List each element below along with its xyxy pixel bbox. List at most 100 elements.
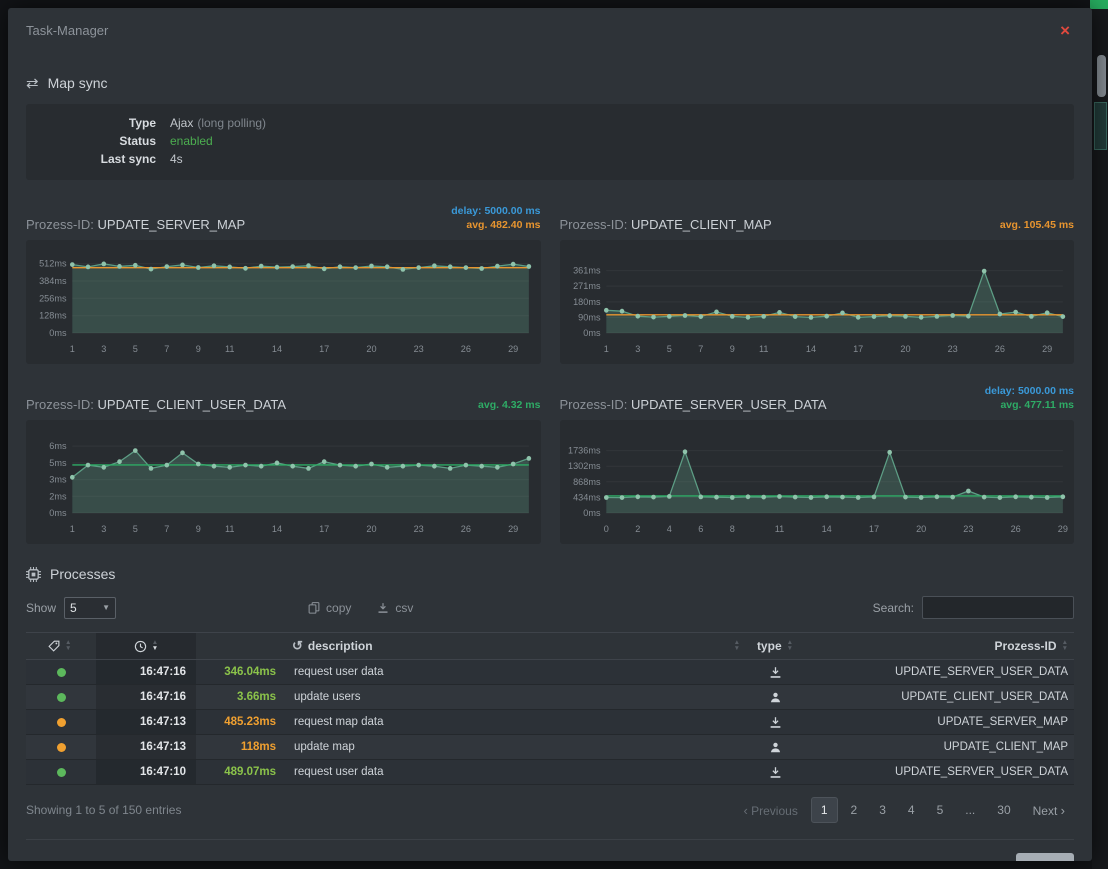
close-button[interactable]: close — [1016, 853, 1074, 861]
processes-icon — [26, 567, 41, 582]
map-sync-panel: Type Ajax (long polling) Status enabled … — [26, 104, 1074, 180]
svg-text:2: 2 — [635, 524, 640, 534]
processes-section-heading: Processes — [26, 566, 1074, 582]
pagination-page-1[interactable]: 1 — [811, 797, 838, 823]
svg-text:384ms: 384ms — [39, 276, 67, 286]
chevron-right-icon: › — [1061, 803, 1065, 818]
chart-block-update-client-map: Prozess-ID: UPDATE_CLIENT_MAP avg. 105.4… — [560, 198, 1075, 364]
svg-text:26: 26 — [1010, 524, 1020, 534]
sort-arrows-icon: ▲▼ — [734, 640, 740, 652]
svg-text:9: 9 — [729, 344, 734, 354]
chart-stats: avg. 105.45 ms — [1000, 218, 1074, 232]
svg-text:20: 20 — [900, 344, 910, 354]
time-cell: 16:47:13 — [96, 710, 196, 734]
svg-text:8: 8 — [729, 524, 734, 534]
description-cell: update users — [286, 691, 744, 703]
chart-stats: delay: 5000.00 ms avg. 482.40 ms — [451, 204, 540, 232]
download-icon — [769, 766, 782, 779]
page-scrollbar-thumb[interactable] — [1097, 55, 1106, 97]
chart-head: Prozess-ID: UPDATE_CLIENT_USER_DATA avg.… — [26, 378, 541, 412]
avg-stat: avg. 477.11 ms — [985, 398, 1074, 412]
time-cell: 16:47:16 — [96, 660, 196, 684]
close-icon[interactable]: × — [1056, 20, 1074, 41]
description-column-label: description — [308, 639, 373, 653]
pagination-ellipsis: ... — [956, 798, 984, 822]
chart-head: Prozess-ID: UPDATE_SERVER_MAP delay: 500… — [26, 198, 541, 232]
tag-icon — [48, 640, 60, 652]
history-icon: ↺ — [292, 638, 303, 654]
column-header-time[interactable]: ▲▼ — [96, 633, 196, 659]
chart-block-update-server-map: Prozess-ID: UPDATE_SERVER_MAP delay: 500… — [26, 198, 541, 364]
svg-text:23: 23 — [963, 524, 973, 534]
pagination-page-3[interactable]: 3 — [870, 798, 895, 822]
background-widget — [1094, 102, 1107, 150]
task-manager-modal: Task-Manager × ⇄ Map sync Type Ajax (lon… — [8, 8, 1092, 861]
pagination: ‹ Previous 1 2 3 4 5 ... 30 Next › — [734, 797, 1074, 823]
svg-text:4: 4 — [666, 524, 671, 534]
process-id-name: UPDATE_CLIENT_MAP — [631, 217, 772, 232]
csv-label: csv — [395, 601, 413, 615]
svg-text:1736ms: 1736ms — [568, 445, 601, 455]
chart-title: Prozess-ID: UPDATE_SERVER_USER_DATA — [560, 397, 827, 412]
svg-text:20: 20 — [366, 524, 376, 534]
time-cell: 16:47:13 — [96, 735, 196, 759]
pagination-page-2[interactable]: 2 — [842, 798, 867, 822]
process-id-cell: UPDATE_SERVER_USER_DATA — [806, 766, 1074, 778]
chart-block-update-client-user-data: Prozess-ID: UPDATE_CLIENT_USER_DATA avg.… — [26, 378, 541, 544]
update-server-map-chart: 512ms384ms256ms128ms0ms13579111417202326… — [26, 240, 541, 364]
update-server-user-data-chart: 1736ms1302ms868ms434ms0ms024681114172023… — [560, 420, 1075, 544]
sort-arrows-icon: ▲▼ — [65, 640, 71, 652]
search-input[interactable] — [922, 596, 1074, 619]
show-label: Show — [26, 601, 56, 615]
delay-stat: delay: 5000.00 ms — [985, 384, 1074, 398]
map-sync-row-type: Type Ajax (long polling) — [26, 114, 1074, 132]
svg-text:868ms: 868ms — [573, 477, 601, 487]
pagination-page-5[interactable]: 5 — [928, 798, 953, 822]
copy-button[interactable]: copy — [308, 601, 351, 615]
sync-arrows-icon: ⇄ — [26, 74, 39, 92]
pagination-page-30[interactable]: 30 — [988, 798, 1019, 822]
pagination-page-4[interactable]: 4 — [899, 798, 924, 822]
svg-text:3ms: 3ms — [49, 474, 67, 484]
download-icon — [769, 666, 782, 679]
pagination-previous[interactable]: ‹ Previous — [734, 798, 806, 823]
svg-text:23: 23 — [414, 524, 424, 534]
type-cell — [744, 691, 806, 704]
type-cell — [744, 741, 806, 754]
csv-button[interactable]: csv — [377, 601, 413, 615]
svg-text:0ms: 0ms — [583, 328, 601, 338]
column-header-status[interactable]: ▲▼ — [26, 633, 96, 659]
process-id-column-label: Prozess-ID — [995, 639, 1057, 653]
svg-text:2ms: 2ms — [49, 491, 67, 501]
chevron-down-icon: ▼ — [102, 603, 110, 612]
table-controls: Show 5 ▼ copy csv Search: — [26, 596, 1074, 619]
svg-text:26: 26 — [994, 344, 1004, 354]
download-icon — [769, 716, 782, 729]
processes-table: ▲▼ ▲▼ ↺ description ▲▼ type ▲▼ P — [26, 632, 1074, 785]
status-label: Status — [26, 132, 156, 150]
svg-text:17: 17 — [319, 524, 329, 534]
process-id-prefix: Prozess-ID: — [560, 397, 628, 412]
svg-text:180ms: 180ms — [573, 297, 601, 307]
type-cell — [744, 766, 806, 779]
column-header-process-id[interactable]: Prozess-ID ▲▼ — [806, 633, 1074, 659]
column-header-type[interactable]: type ▲▼ — [744, 633, 806, 659]
svg-text:26: 26 — [461, 524, 471, 534]
showing-entries-info: Showing 1 to 5 of 150 entries — [26, 803, 181, 817]
svg-text:361ms: 361ms — [573, 265, 601, 275]
svg-text:14: 14 — [272, 524, 282, 534]
search-group: Search: — [873, 596, 1074, 619]
svg-text:20: 20 — [366, 344, 376, 354]
type-note: (long polling) — [197, 114, 266, 132]
svg-text:14: 14 — [272, 344, 282, 354]
map-sync-row-status: Status enabled — [26, 132, 1074, 150]
description-cell: request map data — [286, 716, 744, 728]
duration-cell: 485.23ms — [196, 716, 286, 728]
pagination-next[interactable]: Next › — [1024, 798, 1074, 823]
svg-text:5: 5 — [133, 344, 138, 354]
column-header-duration[interactable] — [196, 633, 286, 659]
show-entries-select[interactable]: 5 ▼ — [64, 597, 116, 619]
map-sync-heading-label: Map sync — [48, 75, 108, 91]
chart-title: Prozess-ID: UPDATE_SERVER_MAP — [26, 217, 245, 232]
column-header-description[interactable]: ↺ description ▲▼ — [286, 633, 744, 659]
